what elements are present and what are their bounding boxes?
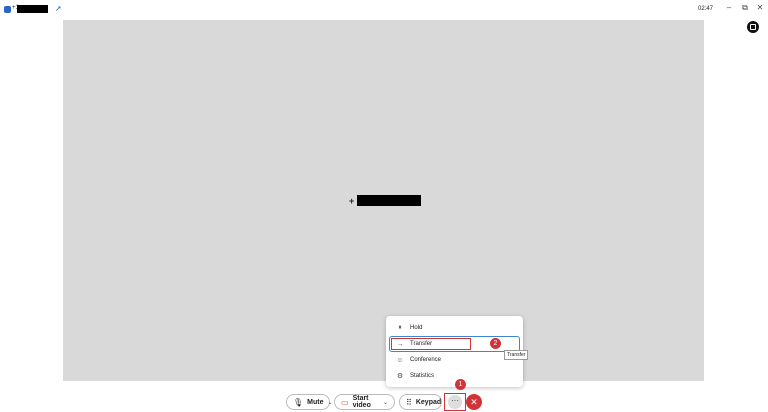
fullscreen-button[interactable] — [747, 21, 759, 33]
title-bar: +1 ➚ 02:47 – ⧉ ✕ — [0, 0, 768, 20]
pin-icon[interactable]: ➚ — [55, 4, 62, 13]
keypad-button[interactable]: ⠿ Keypad — [399, 394, 442, 410]
transfer-highlight-box — [391, 338, 471, 350]
remote-number-redacted — [357, 195, 421, 206]
menu-item-statistics[interactable]: ⚙ Statistics — [390, 369, 519, 383]
transfer-tooltip: Transfer — [504, 350, 529, 360]
call-timer: 02:47 — [698, 6, 714, 12]
more-options-menu: ⏸ Hold → Transfer ☺ Conference ⚙ Statist… — [386, 316, 523, 387]
mute-label: Mute — [307, 398, 324, 406]
menu-item-label: Hold — [410, 325, 423, 331]
menu-item-conference[interactable]: ☺ Conference — [390, 353, 519, 367]
menu-item-hold[interactable]: ⏸ Hold — [390, 321, 519, 335]
start-video-button[interactable]: ▭ Start video ⌄ — [334, 394, 395, 410]
people-icon: ☺ — [396, 356, 404, 364]
chevron-down-icon[interactable]: ⌄ — [383, 399, 388, 406]
mute-button[interactable]: 🎙 Mute ⌄ — [286, 394, 333, 410]
step-badge-1: 1 — [455, 379, 466, 390]
more-highlight-box — [444, 393, 466, 411]
menu-item-label: Conference — [410, 357, 442, 363]
microphone-icon: 🎙 — [293, 397, 304, 407]
app-icon — [4, 6, 11, 13]
restore-button[interactable]: ⧉ — [739, 3, 751, 13]
camera-icon: ▭ — [341, 397, 349, 407]
pause-icon: ⏸ — [398, 324, 402, 331]
minimize-button[interactable]: – — [723, 3, 735, 12]
start-video-label: Start video — [352, 395, 371, 409]
step-badge-2: 2 — [490, 338, 501, 349]
end-call-button[interactable]: ✕ — [466, 394, 482, 410]
chevron-down-icon[interactable]: ⌄ — [328, 399, 333, 406]
menu-item-label: Statistics — [410, 373, 435, 379]
gear-icon: ⚙ — [396, 373, 404, 380]
remote-number-prefix: + — [349, 196, 355, 206]
keypad-label: Keypad — [415, 398, 442, 406]
keypad-icon: ⠿ — [406, 397, 412, 407]
close-button[interactable]: ✕ — [754, 3, 766, 12]
caller-number-redacted — [17, 5, 48, 13]
